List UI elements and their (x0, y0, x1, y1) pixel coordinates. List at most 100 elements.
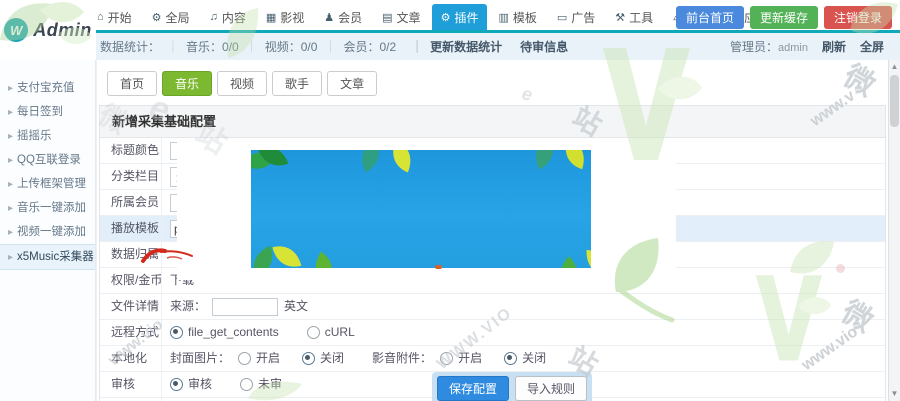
sidebar-item[interactable]: ▸x5Music采集器 (0, 244, 95, 270)
floating-button-panel: 保存配置 导入规则 (432, 372, 592, 401)
stats-link[interactable]: 更新数据统计 (404, 38, 502, 55)
radio-option: 关闭 (504, 346, 546, 371)
header-action-button[interactable]: 前台首页 (676, 6, 744, 29)
caret-right-icon: ▸ (8, 155, 13, 166)
nav-item-label: 工具 (629, 9, 653, 26)
radio-label: 开启 (458, 346, 482, 371)
stats-left: 数据统计： 音乐：0/0视频：0/0会员：0/2 更新数据统计待审信息 (100, 38, 568, 55)
sidebar: ▸支付宝充值 ▸每日签到 ▸摇摇乐 ▸QQ互联登录 ▸上传框架管理 ▸音乐一键添… (0, 60, 96, 401)
nav-item[interactable]: ▥ 模板 (489, 4, 545, 30)
sidebar-item-label: QQ互联登录 (17, 154, 81, 166)
radio-button[interactable] (170, 326, 183, 339)
plugins-cogs-icon: ⚙ (441, 11, 451, 24)
field-label: 远程方式 (100, 320, 162, 345)
header-action-button[interactable]: 更新缓存 (750, 6, 818, 29)
nav-item[interactable]: ▭ 广告 (548, 4, 604, 30)
nav-item[interactable]: ♟ 会员 (315, 4, 371, 30)
caret-right-icon: ▸ (8, 203, 13, 214)
nav-item[interactable]: ⚒ 工具 (606, 4, 662, 30)
sidebar-item[interactable]: ▸视频一键添加 (0, 220, 95, 244)
teal-divider (88, 30, 900, 33)
sidebar-item[interactable]: ▸ QQ互联登录 (0, 148, 95, 172)
nav-item-label: 内容 (222, 9, 246, 26)
header-action-button[interactable]: 注销登录 (824, 6, 892, 29)
radio-label: 开启 (256, 346, 280, 371)
radio-label: 关闭 (320, 346, 344, 371)
field-label: 文件详情 (100, 294, 162, 319)
content-tab[interactable]: 视频 (217, 71, 267, 96)
stats-bar: 数据统计： 音乐：0/0视频：0/0会员：0/2 更新数据统计待审信息 管理员：… (0, 33, 900, 60)
header-actions: 前台首页更新缓存注销登录 (676, 6, 892, 29)
field-label: 标题颜色 (100, 138, 162, 163)
cover-image-options: 开启 关闭 (238, 346, 366, 371)
scroll-up-icon[interactable]: ▲ (889, 61, 900, 73)
sidebar-item-label: 支付宝充值 (17, 82, 75, 94)
nav-item[interactable]: ⚙ 插件 (432, 4, 488, 30)
radio-label: 关闭 (522, 346, 546, 371)
nav-item[interactable]: ♫ 内容 (201, 4, 255, 30)
red-scribble-annotation (141, 246, 195, 266)
source-input[interactable] (212, 298, 278, 316)
movies-screen-icon: ▦ (266, 11, 276, 24)
save-config-button[interactable]: 保存配置 (437, 376, 509, 401)
nav-item[interactable]: ⚙ 全局 (143, 4, 199, 30)
field-label: 所属会员 (100, 190, 162, 215)
cover-image-label: 封面图片： (170, 346, 230, 371)
sidebar-item[interactable]: ▸支付宝充值 (0, 76, 95, 100)
import-rules-button[interactable]: 导入规则 (515, 376, 587, 401)
refresh-link[interactable]: 刷新 (822, 38, 846, 55)
radio-button[interactable] (302, 352, 315, 365)
scrollbar-thumb[interactable] (890, 75, 899, 127)
radio-label: 审核 (188, 372, 212, 397)
caret-right-icon: ▸ (8, 252, 13, 263)
member-user-icon: ♟ (324, 11, 334, 24)
stats-prefix: 数据统计： (100, 38, 160, 55)
red-mark-dot (435, 265, 442, 269)
sidebar-item-label: 每日签到 (17, 106, 63, 118)
radio-button[interactable] (238, 352, 251, 365)
media-attachment-options: 开启 关闭 (440, 346, 568, 371)
content-tab[interactable]: 文章 (327, 71, 377, 96)
content-tab[interactable]: 音乐 (162, 71, 212, 96)
stats-list: 音乐：0/0视频：0/0会员：0/2 (160, 38, 396, 55)
home-icon: ⌂ (97, 11, 104, 23)
field-label: 权限/金币 (100, 268, 162, 293)
radio-button[interactable] (240, 378, 253, 391)
radio-label: file_get_contents (188, 320, 279, 345)
radio-button[interactable] (170, 378, 183, 391)
caret-right-icon: ▸ (8, 131, 13, 142)
stat-item: 会员：0/2 (317, 40, 396, 54)
nav-item[interactable]: ▦ 影视 (257, 4, 313, 30)
radio-button[interactable] (440, 352, 453, 365)
radio-option: file_get_contents (170, 320, 279, 345)
caret-right-icon: ▸ (8, 227, 13, 238)
media-attachment-label: 影音附件： (372, 346, 432, 371)
field-label: 本地化 (100, 346, 162, 371)
content-tab[interactable]: 歌手 (272, 71, 322, 96)
sidebar-item[interactable]: ▸ 音乐一键添加 (0, 196, 95, 220)
stats-link[interactable]: 待审信息 (502, 38, 568, 55)
vertical-scrollbar[interactable]: ▲ ▼ (888, 60, 900, 401)
caret-right-icon: ▸ (8, 179, 13, 190)
fullscreen-link[interactable]: 全屏 (860, 38, 884, 55)
content-tab[interactable]: 首页 (107, 71, 157, 96)
nav-item[interactable]: ▤ 文章 (373, 4, 429, 30)
language-label: 英文 (284, 294, 308, 319)
remote-options: file_get_contents cURL (162, 320, 885, 345)
sidebar-item[interactable]: ▸每日签到 (0, 100, 95, 124)
radio-option: 开启 (440, 346, 482, 371)
form-row-remote: 远程方式 file_get_contents cURL (100, 320, 885, 346)
scroll-down-icon[interactable]: ▼ (889, 388, 900, 400)
sidebar-item-label: 音乐一键添加 (17, 202, 86, 214)
admin-page: 数据统计： 音乐：0/0视频：0/0会员：0/2 更新数据统计待审信息 管理员：… (0, 0, 900, 401)
radio-button[interactable] (504, 352, 517, 365)
radio-button[interactable] (307, 326, 320, 339)
tools-icon: ⚒ (615, 11, 625, 24)
article-document-icon: ▤ (382, 11, 392, 24)
stats-links: 更新数据统计待审信息 (404, 38, 568, 55)
stats-right: 管理员：admin 刷新 全屏 (730, 38, 884, 55)
nav-item-label: 模板 (513, 9, 537, 26)
stat-item: 视频：0/0 (239, 40, 318, 54)
sidebar-item[interactable]: ▸上传框架管理 (0, 172, 95, 196)
sidebar-item[interactable]: ▸摇摇乐 (0, 124, 95, 148)
